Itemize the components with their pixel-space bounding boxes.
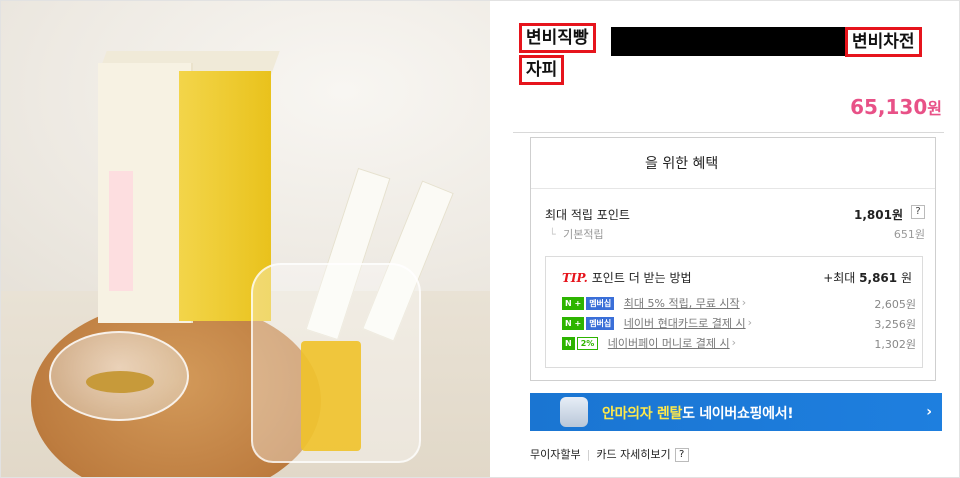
basic-points-text: 기본적립 — [563, 228, 604, 241]
banner-text: 안마의자 렌탈도 네이버쇼핑에서! — [602, 403, 794, 423]
benefit-heading: 을 위한 혜택 — [645, 156, 719, 172]
naver-plus-badge: N + — [562, 316, 585, 330]
max-points-help-icon[interactable]: ? — [911, 205, 925, 219]
basic-points-value: 651원 — [893, 228, 925, 241]
membership-badge: 멤버십 — [586, 296, 615, 310]
card-help-icon[interactable]: ? — [674, 448, 689, 462]
tip-max-points: +최대 5,861 원 — [823, 269, 912, 286]
max-points-value: 1,801원 — [854, 208, 903, 222]
tip-row-naverpay-money[interactable]: N 2% 네이버페이 머니로 결제 시 › 1,302원 — [562, 335, 916, 351]
chevron-right-icon: › — [926, 404, 932, 420]
chevron-right-icon: › — [741, 296, 747, 309]
tip-title: TIP. 포인트 더 받는 방법 — [562, 269, 692, 286]
photo-blurred-label — [109, 171, 133, 291]
membership-badge: 멤버십 — [586, 316, 615, 330]
card-detail-link[interactable]: 카드 자세히보기 — [596, 448, 670, 461]
price-divider — [513, 132, 944, 133]
tip-row-membership[interactable]: N + 멤버십 최대 5% 적립, 무료 시작 › 2,605원 — [562, 295, 916, 311]
tip-max-prefix: +최대 — [823, 271, 856, 285]
sub-indent-icon: └ — [549, 228, 556, 241]
chevron-right-icon: › — [747, 316, 752, 329]
benefit-box: 을 위한 혜택 최대 적립 포인트 1,801원 ? └ 기본적립 651원 T… — [530, 137, 936, 381]
benefit-header: 을 위한 혜택 — [531, 138, 935, 189]
redaction-bar — [611, 27, 846, 56]
link-separator: | — [586, 448, 591, 461]
tip-row-amount: 2,605원 — [874, 298, 916, 311]
banner-highlight: 안마의자 렌탈 — [602, 406, 683, 422]
product-price: 65,130원 — [820, 95, 942, 119]
tip-row-text[interactable]: 최대 5% 적립, 무료 시작 — [624, 297, 740, 310]
tip-title-text: 포인트 더 받는 방법 — [591, 271, 692, 285]
product-image[interactable] — [1, 1, 490, 477]
tip-max-value: 5,861 — [859, 271, 898, 285]
tip-row-amount: 1,302원 — [874, 338, 916, 351]
photo-yellow-packet — [301, 341, 361, 451]
photo-powder — [86, 371, 154, 393]
tip-mark: TIP. — [562, 271, 588, 285]
title-highlight-2: 변비차전 — [845, 27, 922, 57]
max-points-label: 최대 적립 포인트 — [545, 208, 630, 222]
chevron-right-icon: › — [731, 336, 737, 349]
tip-row-amount: 3,256원 — [874, 318, 916, 331]
massage-chair-rental-banner[interactable]: 안마의자 렌탈도 네이버쇼핑에서! › — [530, 393, 942, 431]
price-unit: 원 — [927, 99, 942, 118]
tip-max-unit: 원 — [900, 271, 912, 285]
massage-chair-icon — [560, 397, 588, 427]
installment-link[interactable]: 무이자할부 — [530, 448, 581, 461]
naver-badge: N — [562, 336, 575, 350]
title-highlight-1: 변비직빵 — [519, 23, 596, 53]
percent-badge: 2% — [576, 336, 599, 350]
basic-points-label: └ 기본적립 — [549, 226, 604, 242]
naver-plus-badge: N + — [562, 296, 585, 310]
tip-row-text[interactable]: 네이버 현대카드로 결제 시 — [624, 317, 746, 330]
tip-row-hyundai-card[interactable]: N + 멤버십 네이버 현대카드로 결제 시 › 3,256원 — [562, 315, 916, 331]
banner-rest: 도 네이버쇼핑에서! — [682, 406, 794, 422]
title-highlight-3: 자피 — [519, 55, 565, 85]
tip-row-text[interactable]: 네이버페이 머니로 결제 시 — [608, 337, 730, 350]
price-amount: 65,130 — [850, 95, 928, 119]
payment-links: 무이자할부 | 카드 자세히보기? — [530, 446, 689, 462]
tip-box: TIP. 포인트 더 받는 방법 +최대 5,861 원 N + 멤버십 최대 5%… — [545, 256, 923, 368]
